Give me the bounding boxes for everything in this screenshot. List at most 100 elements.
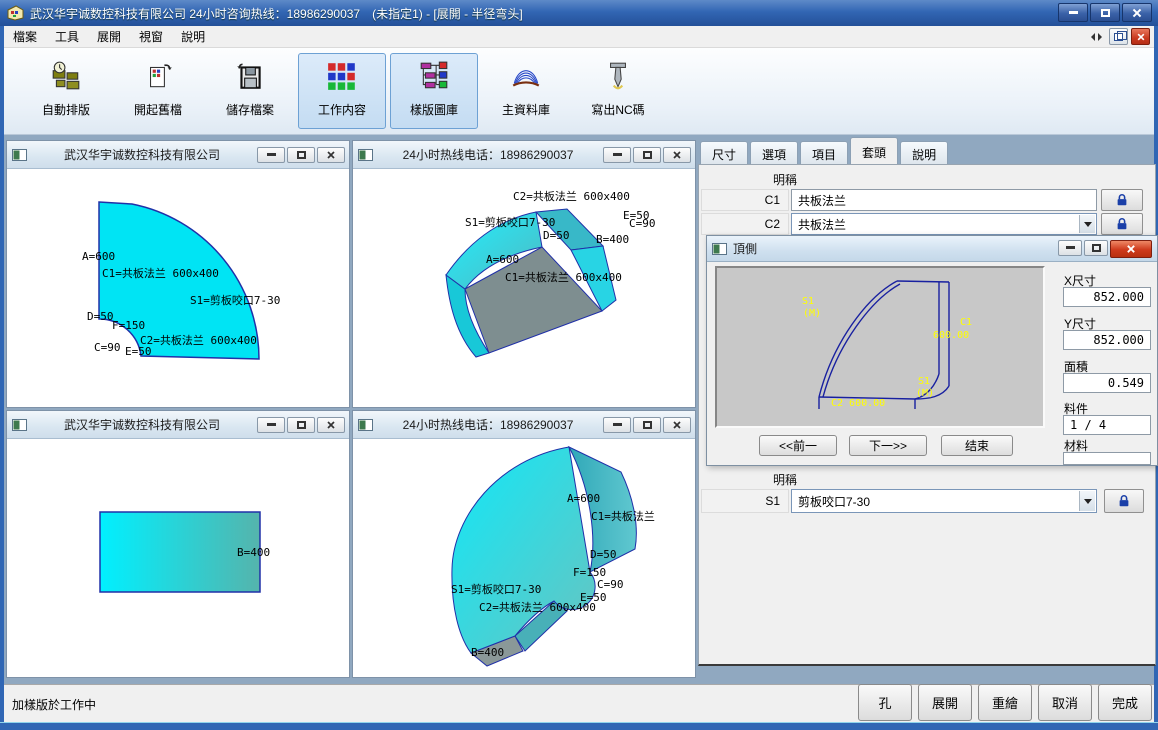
child-title-bar[interactable]: 武汉华宇诚数控科技有限公司 (7, 141, 349, 169)
dialog-title-bar[interactable]: 頂側 (707, 236, 1157, 262)
unfold-button[interactable]: 展開 (918, 684, 972, 721)
restore-button[interactable] (287, 147, 315, 163)
status-text: 加樣版於工作中 (12, 696, 96, 713)
cancel-button[interactable]: 取消 (1038, 684, 1092, 721)
child-title-bar[interactable]: 24小时热线电话：18986290037 (353, 411, 695, 439)
drawing-label: B=400 (471, 647, 504, 659)
minimize-button[interactable] (1058, 3, 1088, 22)
panel-tabs: 尺寸 選項 項目 套頭 說明 (700, 138, 950, 164)
toolbar-label: 樣版圖庫 (410, 101, 458, 118)
material-value (1063, 452, 1151, 465)
drawing-label: C2=共板法兰 600x400 (479, 602, 596, 614)
tab-dimensions[interactable]: 尺寸 (700, 141, 748, 164)
minimize-button[interactable] (257, 147, 285, 163)
previous-button[interactable]: <<前一 (759, 435, 837, 456)
dialog-title: 頂側 (733, 240, 1058, 257)
close-button[interactable] (317, 417, 345, 433)
menu-bar: 檔案 工具 展開 視窗 說明 (4, 26, 1154, 48)
c2-combo-value: 共板法兰 (798, 216, 846, 233)
close-button[interactable] (663, 147, 691, 163)
drawing-2d-flat-view: A=600C1=共板法兰 600x400S1=剪板咬口7-30D=50F=150… (7, 169, 349, 407)
tab-notes[interactable]: 說明 (900, 141, 948, 164)
mdi-workspace: 武汉华宇诚数控科技有限公司 A=600C1=共板法兰 600x400S1=剪板咬… (4, 135, 1154, 684)
c1-value-field[interactable]: 共板法兰 (791, 189, 1097, 211)
minimize-button[interactable] (1058, 240, 1082, 256)
child-restore-button[interactable] (1109, 28, 1128, 45)
drawing-label: (M) (916, 388, 934, 399)
close-icon (673, 420, 682, 429)
menu-tools[interactable]: 工具 (46, 25, 88, 48)
finish-button[interactable]: 完成 (1098, 684, 1152, 721)
lock-icon (1115, 193, 1129, 207)
child-title-bar[interactable]: 24小时热线电话：18986290037 (353, 141, 695, 169)
minimize-icon (267, 423, 276, 426)
c1-lock-button[interactable] (1101, 189, 1143, 211)
toolbar-open-file-button[interactable]: 開起舊檔 (114, 53, 202, 129)
restore-button[interactable] (633, 417, 661, 433)
redraw-button[interactable]: 重繪 (978, 684, 1032, 721)
drawing-label: S1=剪板咬口7-30 (465, 217, 555, 229)
s1-combo[interactable]: 剪板咬口7-30 (791, 489, 1097, 513)
chevron-down-icon (1084, 222, 1092, 231)
s1-lock-button[interactable] (1104, 489, 1144, 513)
close-button[interactable] (1110, 240, 1152, 258)
close-button[interactable] (317, 147, 345, 163)
row-key-s1: S1 (701, 489, 789, 513)
view-window-flat-pattern: 武汉华宇诚数控科技有限公司 A=600C1=共板法兰 600x400S1=剪板咬… (6, 140, 350, 408)
tab-items[interactable]: 項目 (800, 141, 848, 164)
title-bar: 武汉华宇诚数控科技有限公司 24小时咨询热线：18986290037 (未指定1… (0, 0, 1158, 26)
minimize-icon (613, 153, 622, 156)
properties-panel: 尺寸 選項 項目 套頭 說明 明稱 C1 共板法兰 C2 共板法兰 (698, 138, 1158, 684)
combo-arrow-button[interactable] (1079, 215, 1095, 233)
drawing-label: A=600 (567, 493, 600, 505)
child-window-title: 24小时热线电话：18986290037 (373, 416, 603, 433)
minimize-button[interactable] (603, 417, 631, 433)
close-button[interactable] (663, 417, 691, 433)
view-window-3d-front: 24小时热线电话：18986290037 (352, 410, 696, 678)
drawing-label: C2=共板法兰 600x400 (140, 335, 257, 347)
close-button[interactable] (1122, 3, 1152, 22)
drawing-label: C1=共板法兰 (591, 511, 655, 523)
drawing-label: C1 (960, 317, 972, 328)
end-button[interactable]: 结束 (941, 435, 1013, 456)
nav-back-icon[interactable] (1091, 33, 1095, 41)
view-window-3d-top: 24小时热线电话：18986290037 (352, 140, 696, 408)
restore-icon (1092, 244, 1101, 252)
toolbar: 自動排版 開起舊檔 儲存檔案 (4, 48, 1154, 135)
drawing-label: C=90 (94, 342, 121, 354)
maximize-button[interactable] (1090, 3, 1120, 22)
toolbar-main-database-button[interactable]: 主資料庫 (482, 53, 570, 129)
next-button[interactable]: 下一>> (849, 435, 927, 456)
minimize-button[interactable] (603, 147, 631, 163)
restore-button[interactable] (287, 417, 315, 433)
toolbar-label: 儲存檔案 (226, 101, 274, 118)
hole-button[interactable]: 孔 (858, 684, 912, 721)
restore-button[interactable] (633, 147, 661, 163)
part-count-value: 1 / 4 (1063, 415, 1151, 435)
auto-nest-icon (50, 60, 82, 92)
document-icon (712, 243, 727, 255)
minimize-button[interactable] (257, 417, 285, 433)
toolbar-work-content-button[interactable]: 工作内容 (298, 53, 386, 129)
write-nc-icon (602, 60, 634, 92)
c2-lock-button[interactable] (1101, 213, 1143, 235)
combo-arrow-button[interactable] (1079, 491, 1095, 511)
toolbar-template-library-button[interactable]: 樣版圖庫 (390, 53, 478, 129)
close-icon (1132, 8, 1142, 18)
child-title-bar[interactable]: 武汉华宇诚数控科技有限公司 (7, 411, 349, 439)
menu-file[interactable]: 檔案 (4, 25, 46, 48)
toolbar-write-nc-button[interactable]: 寫出NC碼 (574, 53, 662, 129)
y-size-value: 852.000 (1063, 330, 1151, 350)
menu-unfold[interactable]: 展開 (88, 25, 130, 48)
nav-forward-icon[interactable] (1098, 33, 1102, 41)
tab-options[interactable]: 選項 (750, 141, 798, 164)
menu-help[interactable]: 說明 (172, 25, 214, 48)
toolbar-auto-nest-button[interactable]: 自動排版 (22, 53, 110, 129)
lock-icon (1117, 494, 1131, 508)
toolbar-save-file-button[interactable]: 儲存檔案 (206, 53, 294, 129)
tab-connectors[interactable]: 套頭 (850, 137, 898, 164)
menu-window[interactable]: 視窗 (130, 25, 172, 48)
c2-combo[interactable]: 共板法兰 (791, 213, 1097, 235)
restore-button[interactable] (1084, 240, 1108, 256)
child-close-button[interactable] (1131, 28, 1150, 45)
